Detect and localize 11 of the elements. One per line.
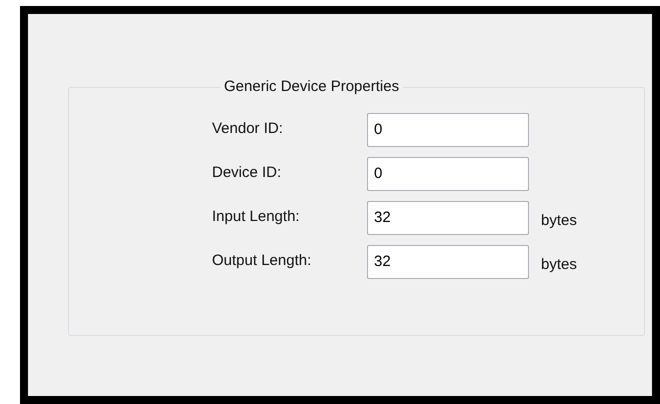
unit-label: bytes (541, 255, 577, 276)
input-field[interactable]: 32 (367, 200, 529, 234)
field-label: Output Length: (212, 251, 312, 272)
group-title: Generic Device Properties (223, 77, 400, 97)
input-field[interactable]: 32 (367, 244, 529, 278)
unit-label: bytes (541, 211, 577, 232)
field-label: Input Length: (212, 207, 301, 228)
field-label: Vendor ID: (212, 119, 284, 140)
field-label: Device ID: (212, 163, 282, 184)
input-field[interactable]: 0 (367, 156, 529, 190)
input-field[interactable]: 0 (367, 112, 529, 146)
